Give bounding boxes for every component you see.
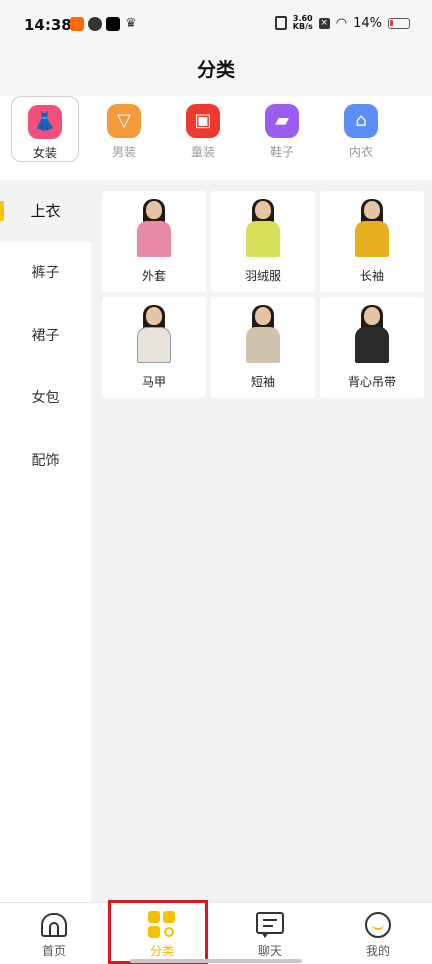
product-image bbox=[342, 199, 402, 257]
nav-home[interactable]: 首页 bbox=[0, 903, 108, 964]
underwear-icon: ⌂ bbox=[344, 104, 378, 138]
topcat-label: 童装 bbox=[190, 145, 215, 159]
sidebar-item-pants[interactable]: 裤子 bbox=[0, 242, 91, 304]
subcat-card-vest[interactable]: 马甲 bbox=[102, 297, 206, 398]
status-app-icons: ♛ bbox=[70, 17, 138, 31]
product-image bbox=[233, 199, 293, 257]
status-time: 14:38 bbox=[24, 16, 72, 34]
tiktok-icon bbox=[106, 17, 120, 31]
subcat-label: 短袖 bbox=[250, 375, 275, 389]
subcat-card-coat[interactable]: 外套 bbox=[102, 191, 206, 292]
subcat-card-long-sleeve[interactable]: 长袖 bbox=[320, 191, 424, 292]
topcat-women[interactable]: 👗 女装 bbox=[11, 96, 79, 162]
no-sim-icon: × bbox=[318, 17, 330, 29]
product-image bbox=[233, 305, 293, 363]
subcategory-grid: 外套 羽绒服 长袖 马甲 短袖 背心吊带 bbox=[91, 180, 432, 902]
topcat-label: 女装 bbox=[32, 146, 57, 160]
battery-percent: 14% bbox=[353, 15, 382, 31]
subcat-label: 马甲 bbox=[141, 375, 166, 389]
subcat-label: 羽绒服 bbox=[244, 269, 281, 283]
product-image bbox=[124, 199, 184, 257]
home-indicator bbox=[130, 959, 302, 963]
network-speed: 3.60 KB/s bbox=[292, 14, 313, 31]
status-right: 3.60 KB/s × ◠ 14% bbox=[274, 14, 410, 31]
nav-label: 我的 bbox=[365, 944, 390, 958]
subcat-label: 长袖 bbox=[359, 269, 384, 283]
subcat-card-down-jacket[interactable]: 羽绒服 bbox=[211, 191, 315, 292]
topcat-shoes[interactable]: ▰ 鞋子 bbox=[248, 96, 316, 162]
sidebar-item-bags[interactable]: 女包 bbox=[0, 367, 91, 429]
nav-label: 首页 bbox=[41, 944, 66, 958]
vibrate-icon bbox=[274, 16, 287, 30]
status-bar: 14:38 ♛ 3.60 KB/s × ◠ 14% bbox=[0, 0, 432, 52]
product-image bbox=[342, 305, 402, 363]
topcat-label: 鞋子 bbox=[269, 145, 294, 159]
page-header: 分类 bbox=[0, 52, 432, 96]
nav-profile[interactable]: 我的 bbox=[324, 903, 432, 964]
product-image bbox=[124, 305, 184, 363]
bottom-nav: 首页 分类 聊天 我的 bbox=[0, 902, 432, 964]
topcat-men[interactable]: ▽ 男装 bbox=[90, 96, 158, 162]
dress-icon: 👗 bbox=[28, 105, 62, 139]
page-title: 分类 bbox=[196, 59, 235, 81]
crown-icon: ♛ bbox=[125, 16, 137, 31]
cat-icon bbox=[88, 17, 102, 31]
topcat-underwear[interactable]: ⌂ 内衣 bbox=[327, 96, 395, 162]
subcat-card-camisole[interactable]: 背心吊带 bbox=[320, 297, 424, 398]
battery-icon bbox=[388, 17, 410, 29]
nav-label: 聊天 bbox=[257, 944, 282, 958]
topcat-label: 内衣 bbox=[348, 145, 373, 159]
topcat-label: 男装 bbox=[111, 145, 136, 159]
nav-chat[interactable]: 聊天 bbox=[216, 903, 324, 964]
active-indicator bbox=[0, 201, 4, 221]
shoe-icon: ▰ bbox=[265, 104, 299, 138]
subcat-label: 外套 bbox=[141, 269, 166, 283]
sidebar-item-accessories[interactable]: 配饰 bbox=[0, 430, 91, 492]
kids-clothes-icon: ▣ bbox=[186, 104, 220, 138]
topcat-kids[interactable]: ▣ 童装 bbox=[169, 96, 237, 162]
home-icon bbox=[40, 911, 68, 939]
sidebar: 上衣 裤子 裙子 女包 配饰 bbox=[0, 180, 91, 902]
shirt-icon: ▽ bbox=[107, 104, 141, 138]
highlight-box bbox=[108, 900, 208, 964]
taobao-icon bbox=[70, 17, 84, 31]
top-category-bar: 👗 女装 ▽ 男装 ▣ 童装 ▰ 鞋子 ⌂ 内衣 bbox=[0, 96, 432, 180]
chat-icon bbox=[256, 911, 284, 939]
subcat-card-short-sleeve[interactable]: 短袖 bbox=[211, 297, 315, 398]
sidebar-item-tops[interactable]: 上衣 bbox=[0, 180, 91, 242]
wifi-icon: ◠ bbox=[335, 15, 348, 31]
sidebar-item-skirts[interactable]: 裙子 bbox=[0, 305, 91, 367]
profile-icon bbox=[364, 911, 392, 939]
subcat-label: 背心吊带 bbox=[347, 375, 396, 389]
